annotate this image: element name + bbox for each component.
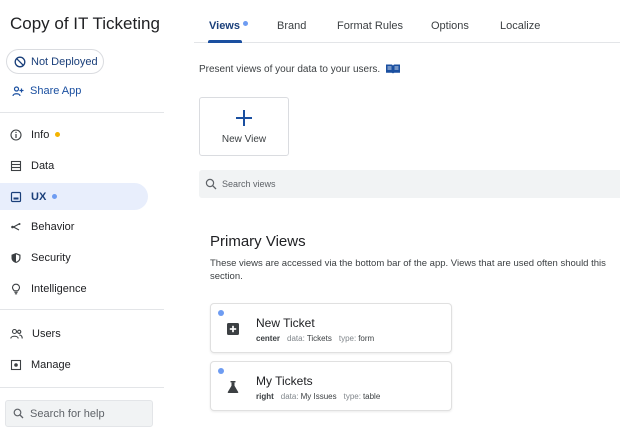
view-type-key: type:	[338, 334, 357, 343]
sidebar-item-data[interactable]: Data	[0, 152, 148, 179]
search-icon	[205, 178, 217, 190]
sidebar-item-label: Users	[32, 327, 61, 340]
share-user-icon	[12, 85, 24, 96]
book-help-icon[interactable]	[385, 63, 401, 75]
view-name: My Tickets	[256, 374, 313, 388]
deploy-status-label: Not Deployed	[31, 55, 98, 68]
status-dot	[55, 132, 61, 137]
view-card-my-tickets[interactable]: My Tickets right data: My Issues type: table	[210, 361, 452, 411]
view-data-key: data:	[280, 392, 299, 401]
behavior-branch-icon	[11, 222, 21, 230]
search-icon	[13, 408, 24, 419]
sidebar-item-intelligence[interactable]: Intelligence	[0, 275, 148, 302]
view-position: right	[256, 392, 274, 401]
tab-options[interactable]: Options	[431, 20, 469, 32]
section-description: These views are accessed via the bottom …	[210, 258, 606, 282]
share-app-link[interactable]: Share App	[12, 85, 81, 97]
views-search-input[interactable]: Search views	[199, 170, 620, 198]
view-type-key: type:	[343, 392, 361, 401]
status-dot	[218, 310, 224, 316]
view-type: table	[362, 392, 381, 401]
view-type: form	[358, 334, 375, 343]
deploy-status-button[interactable]: Not Deployed	[6, 49, 104, 74]
view-name: New Ticket	[256, 316, 315, 330]
new-view-label: New View	[221, 133, 267, 145]
sidebar-item-label: Data	[31, 159, 55, 172]
sidebar-item-label: Manage	[31, 358, 71, 371]
view-data: Tickets	[306, 334, 332, 343]
main-panel: Views Brand Format Rules Options Localiz…	[164, 0, 620, 438]
not-deployed-icon	[14, 56, 26, 67]
tab-label: Brand	[277, 20, 307, 32]
sidebar: Copy of IT Ticketing Not Deployed Share …	[0, 0, 164, 438]
section-title: Primary Views	[210, 233, 306, 250]
tab-label: Localize	[500, 20, 541, 32]
tab-label: Views	[209, 20, 240, 32]
tab-format-rules[interactable]: Format Rules	[337, 20, 403, 32]
ux-screen-icon	[10, 191, 22, 202]
status-dot	[243, 21, 248, 26]
sidebar-item-security[interactable]: Security	[0, 244, 148, 271]
view-meta: center data: Tickets type: form	[256, 334, 381, 343]
sidebar-item-ux[interactable]: UX	[0, 183, 148, 210]
tab-views[interactable]: Views	[209, 20, 248, 32]
sidebar-item-label: Intelligence	[31, 282, 87, 295]
view-data: My Issues	[300, 392, 337, 401]
flask-icon	[227, 381, 239, 393]
tab-label: Options	[431, 20, 469, 32]
app-title: Copy of IT Ticketing	[10, 14, 160, 33]
info-icon	[10, 128, 22, 141]
shield-icon	[11, 252, 21, 263]
sidebar-item-behavior[interactable]: Behavior	[0, 213, 148, 240]
sidebar-item-label: Behavior	[31, 220, 75, 233]
help-search-placeholder: Search for help	[30, 407, 105, 420]
manage-icon	[10, 359, 22, 370]
sidebar-item-label: UX	[31, 190, 47, 203]
view-data-key: data:	[287, 334, 305, 343]
tab-brand[interactable]: Brand	[277, 20, 306, 32]
help-search-input[interactable]: Search for help	[5, 400, 153, 427]
status-dot	[52, 194, 58, 199]
sidebar-item-manage[interactable]: Manage	[0, 351, 148, 378]
sidebar-item-label: Info	[31, 128, 50, 141]
views-search-placeholder: Search views	[222, 179, 276, 189]
sidebar-item-users[interactable]: Users	[0, 320, 148, 347]
views-description: Present views of your data to your users…	[199, 63, 401, 75]
share-app-label: Share App	[30, 85, 82, 97]
plus-icon	[236, 109, 252, 126]
tab-localize[interactable]: Localize	[500, 20, 540, 32]
users-icon	[10, 328, 23, 339]
active-tab-indicator	[208, 40, 242, 43]
sidebar-divider	[0, 112, 164, 113]
status-dot	[218, 368, 224, 374]
lightbulb-icon	[11, 283, 21, 294]
sidebar-item-info[interactable]: Info	[0, 121, 148, 148]
view-meta: right data: My Issues type: table	[256, 392, 387, 401]
database-icon	[10, 160, 22, 171]
sidebar-divider	[0, 309, 164, 310]
new-view-button[interactable]: New View	[199, 97, 289, 156]
tab-label: Format Rules	[337, 20, 404, 32]
plus-box-icon	[227, 323, 239, 335]
view-card-new-ticket[interactable]: New Ticket center data: Tickets type: form	[210, 303, 452, 353]
sidebar-divider	[0, 387, 164, 388]
tab-bar: Views Brand Format Rules Options Localiz…	[194, 0, 620, 43]
views-description-text: Present views of your data to your users…	[199, 63, 381, 75]
sidebar-item-label: Security	[31, 251, 71, 264]
view-position: center	[256, 334, 281, 343]
